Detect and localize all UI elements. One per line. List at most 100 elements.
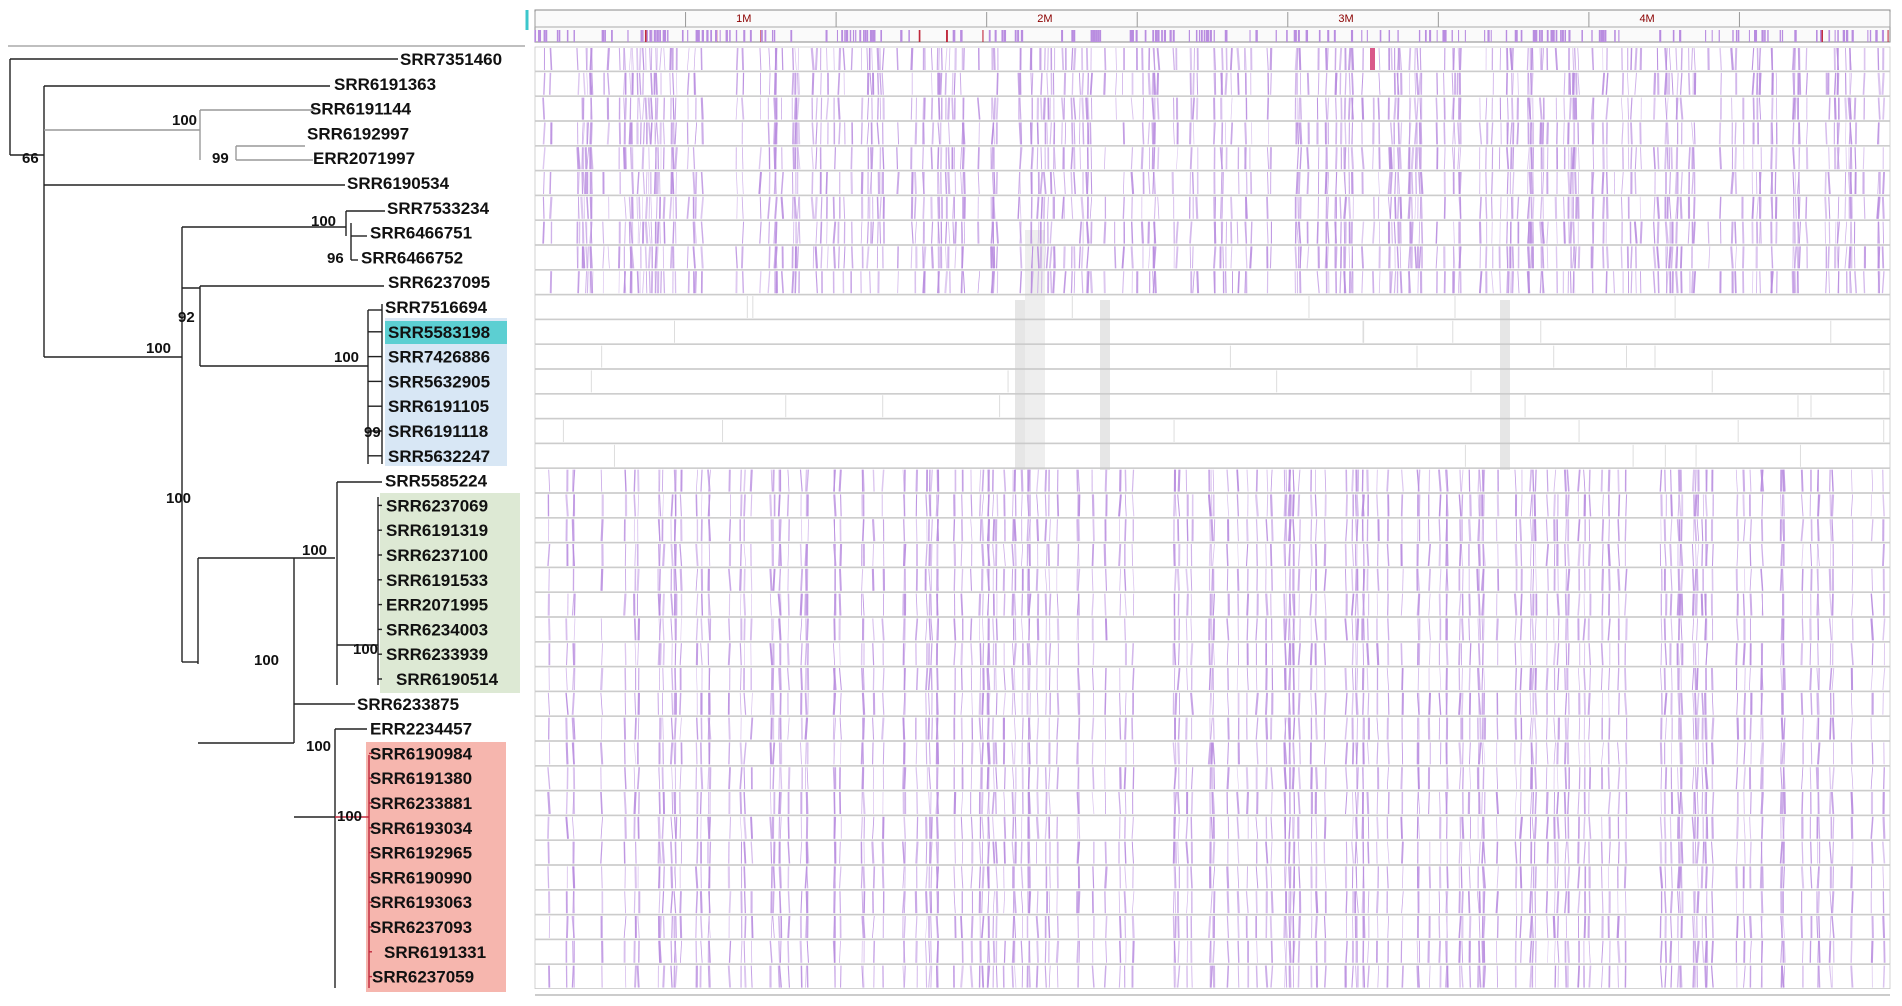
variant-mark — [1178, 569, 1179, 591]
variant-mark — [659, 817, 660, 839]
variant-mark — [1640, 147, 1641, 169]
variant-mark — [911, 246, 912, 268]
variant-mark — [635, 693, 636, 715]
variant-mark — [1346, 494, 1347, 516]
variant-mark — [1271, 792, 1272, 814]
variant-mark — [788, 470, 789, 492]
variant-mark — [1020, 98, 1021, 120]
variant-mark — [1133, 569, 1134, 591]
variant-mark — [1658, 147, 1659, 169]
variant-mark — [1018, 197, 1019, 219]
variant-mark — [577, 48, 578, 70]
variant-mark — [1310, 594, 1311, 616]
variant-mark — [1872, 569, 1873, 591]
variant-mark — [741, 470, 742, 492]
variant-mark — [1013, 767, 1014, 789]
variant-mark — [1744, 792, 1745, 814]
variant-mark — [1345, 618, 1347, 640]
variant-mark — [1570, 222, 1571, 244]
variant-mark — [664, 197, 665, 219]
variant-mark — [1436, 222, 1437, 244]
variant-mark — [1417, 470, 1419, 492]
variant-mark — [1608, 767, 1609, 789]
variant-mark — [744, 792, 745, 814]
variant-mark — [1400, 246, 1401, 268]
variant-mark — [1601, 742, 1603, 764]
variant-mark — [670, 48, 671, 70]
variant-mark — [1004, 594, 1005, 616]
variant-mark — [955, 792, 956, 814]
variant-mark — [672, 792, 673, 814]
variant-mark — [1540, 122, 1541, 144]
variant-mark — [1681, 544, 1682, 566]
variant-mark — [1593, 48, 1594, 70]
variant-mark — [1173, 742, 1175, 764]
variant-mark — [872, 222, 873, 244]
variant-mark — [993, 494, 994, 516]
variant-mark — [1412, 172, 1413, 194]
variant-mark — [1402, 470, 1404, 492]
variant-mark — [1294, 817, 1295, 839]
variant-mark — [1761, 470, 1762, 492]
variant-mark — [646, 271, 647, 293]
variant-mark — [602, 519, 603, 541]
variant-mark — [1500, 197, 1501, 219]
variant-mark — [729, 519, 730, 541]
variant-mark — [1669, 246, 1671, 268]
variant-mark — [1810, 767, 1811, 789]
variant-mark — [1436, 246, 1437, 268]
variant-mark — [1851, 742, 1852, 764]
variant-mark — [741, 494, 742, 516]
variant-mark — [694, 48, 695, 70]
variant-mark — [1210, 668, 1211, 690]
variant-mark — [1368, 618, 1369, 640]
variant-mark — [1453, 48, 1454, 70]
variant-mark — [1872, 519, 1873, 541]
matrix-row — [535, 493, 1890, 517]
variant-mark — [1883, 668, 1885, 690]
variant-mark — [1665, 817, 1666, 839]
variant-mark — [915, 222, 916, 244]
variant-mark — [1401, 817, 1402, 839]
variant-mark — [769, 48, 770, 70]
variant-mark — [1122, 246, 1124, 268]
variant-mark — [1228, 718, 1229, 740]
variant-mark — [776, 222, 777, 244]
variant-mark — [1290, 594, 1291, 616]
variant-mark — [637, 197, 638, 219]
variant-mark — [971, 643, 972, 665]
variant-mark — [1533, 792, 1534, 814]
variant-mark — [543, 147, 545, 169]
variant-mark — [1316, 544, 1317, 566]
variant-mark — [1781, 767, 1782, 789]
variant-mark — [1179, 470, 1180, 492]
variant-mark — [742, 98, 743, 120]
variant-mark — [1266, 767, 1267, 789]
variant-mark — [1013, 817, 1014, 839]
variant-mark — [1316, 817, 1317, 839]
variant-mark — [1037, 817, 1038, 839]
variant-mark — [567, 792, 568, 814]
variant-mark — [964, 172, 965, 194]
variant-mark — [1037, 569, 1038, 591]
variant-mark — [1340, 197, 1341, 219]
taxon-label: SRR5583198 — [388, 323, 490, 342]
variant-mark — [926, 544, 927, 566]
variant-mark — [1289, 817, 1290, 839]
row-frame — [535, 394, 1890, 418]
variant-mark — [1469, 618, 1470, 640]
variant-mark — [744, 767, 745, 789]
variant-mark — [1744, 767, 1745, 789]
variant-mark — [926, 618, 927, 640]
variant-mark — [1625, 668, 1626, 690]
variant-mark — [1367, 742, 1368, 764]
variant-mark — [659, 569, 660, 591]
taxon-label: SRR6237100 — [386, 546, 488, 565]
variant-mark — [926, 594, 927, 616]
variant-mark — [1851, 494, 1852, 516]
variant-mark — [601, 742, 602, 764]
variant-mark — [1757, 197, 1759, 219]
variant-mark — [625, 718, 626, 740]
variant-mark — [996, 742, 997, 764]
variant-mark — [1453, 48, 1454, 70]
